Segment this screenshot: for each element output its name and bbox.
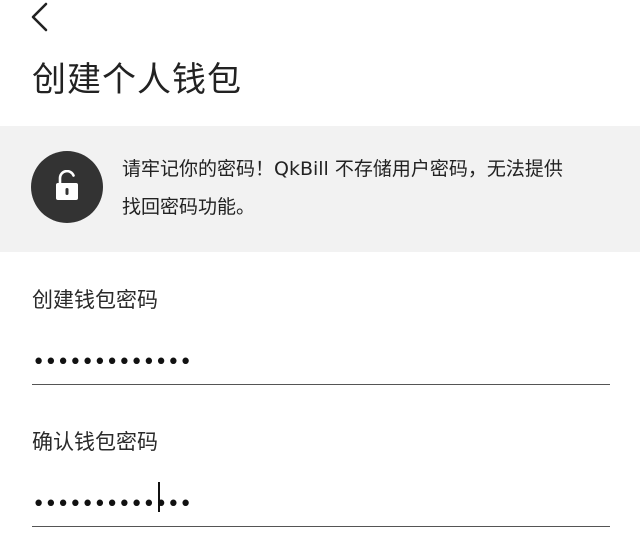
notice-text: 请牢记你的密码！QkBill 不存储用户密码，无法提供 找回密码功能。	[122, 150, 617, 226]
create-password-input[interactable]	[32, 340, 610, 385]
password-notice-banner: 请牢记你的密码！QkBill 不存储用户密码，无法提供 找回密码功能。	[0, 126, 640, 252]
notice-line-1: 请牢记你的密码！QkBill 不存储用户密码，无法提供	[122, 158, 563, 180]
confirm-password-input[interactable]	[32, 482, 610, 527]
lock-badge	[31, 151, 103, 223]
back-button[interactable]	[24, 0, 60, 36]
create-password-label: 创建钱包密码	[32, 288, 158, 312]
confirm-password-label: 确认钱包密码	[32, 430, 158, 454]
unlock-icon	[56, 170, 78, 200]
text-caret	[158, 482, 160, 512]
chevron-left-icon	[31, 2, 48, 32]
notice-line-2: 找回密码功能。	[122, 196, 256, 218]
page-title: 创建个人钱包	[32, 60, 242, 100]
